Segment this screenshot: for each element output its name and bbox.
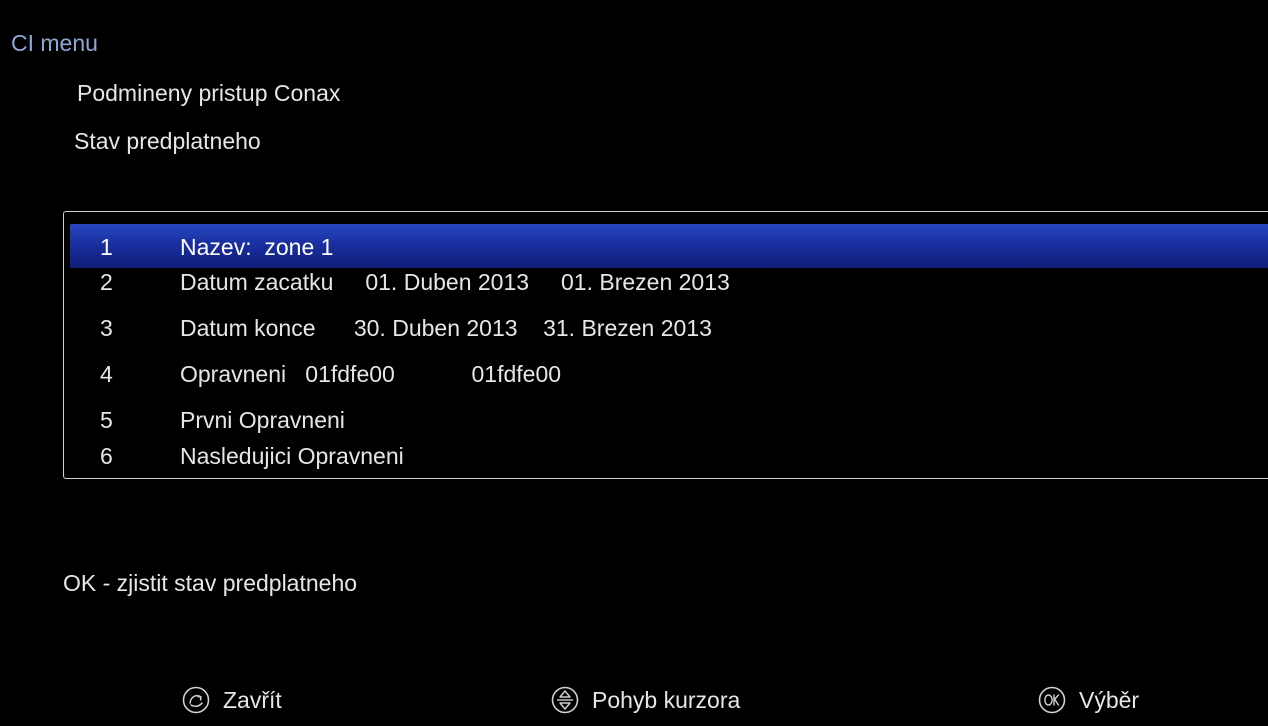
subscription-list: 1 Nazev: zone 1 2 Datum zacatku 01. Dube… (63, 211, 1268, 479)
menu-title: CI menu (11, 30, 98, 56)
list-item-end-date[interactable]: 3 Datum konce 30. Duben 2013 31. Brezen … (70, 305, 1268, 349)
list-item-next-entitlement[interactable]: 6 Nasledujici Opravneni (70, 433, 1268, 477)
list-item-label: Datum konce 30. Duben 2013 31. Brezen 20… (180, 315, 712, 341)
exit-icon (182, 686, 210, 714)
list-item-number: 1 (100, 234, 113, 260)
select-button[interactable]: Výběr (1038, 684, 1139, 716)
list-item-label: Nasledujici Opravneni (180, 443, 404, 469)
close-label: Zavřít (223, 686, 282, 713)
subtitle-conditional-access: Podmineny pristup Conax (77, 80, 341, 106)
list-item-label: Datum zacatku 01. Duben 2013 01. Brezen … (180, 269, 730, 295)
list-item-label: Nazev: zone 1 (180, 234, 334, 260)
list-item-start-date[interactable]: 2 Datum zacatku 01. Duben 2013 01. Breze… (70, 259, 1268, 303)
list-item-label: Prvni Opravneni (180, 407, 345, 433)
list-item-entitlement[interactable]: 4 Opravneni 01fdfe00 01fdfe00 (70, 351, 1268, 395)
select-label: Výběr (1079, 686, 1140, 713)
move-cursor-label: Pohyb kurzora (592, 686, 741, 713)
close-button[interactable]: Zavřít (182, 684, 282, 716)
ok-hint: OK - zjistit stav predplatneho (63, 570, 358, 596)
arrows-icon (551, 686, 579, 714)
ci-menu-screen: CI menu Podmineny pristup Conax Stav pre… (6, 8, 1268, 726)
ok-icon (1038, 686, 1066, 714)
list-item-number: 2 (100, 269, 113, 295)
list-item-number: 6 (100, 443, 113, 469)
list-item-number: 4 (100, 361, 113, 387)
list-item-number: 5 (100, 407, 113, 433)
move-cursor-button[interactable]: Pohyb kurzora (551, 684, 740, 716)
subtitle-subscription-status: Stav predplatneho (74, 128, 261, 154)
list-item-label: Opravneni 01fdfe00 01fdfe00 (180, 361, 562, 387)
list-item-number: 3 (100, 315, 113, 341)
